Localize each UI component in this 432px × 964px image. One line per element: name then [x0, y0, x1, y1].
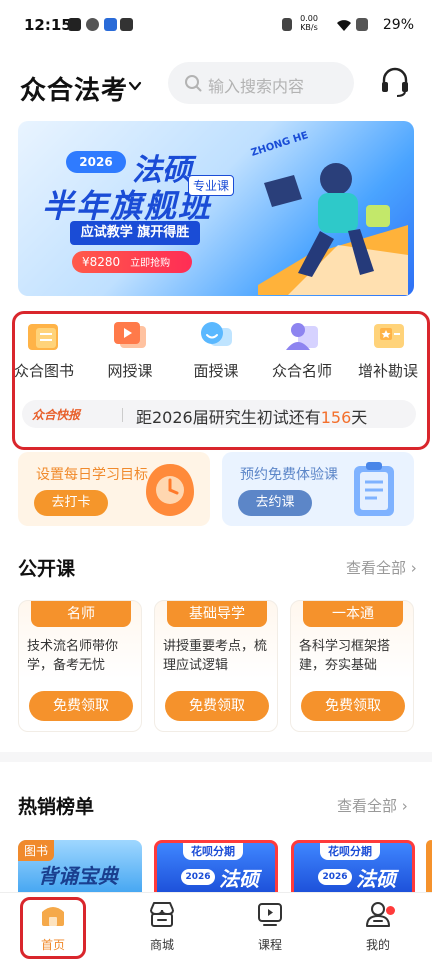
- app-notification-icon: [120, 18, 133, 31]
- course-card[interactable]: 基础导学 讲授重要考点，梳理应试逻辑 免费领取: [154, 600, 278, 732]
- course-tag: 基础导学: [167, 601, 267, 627]
- hot-item-year: 2026: [181, 869, 215, 885]
- tab-course[interactable]: 课程: [230, 900, 310, 953]
- course-card[interactable]: 一本通 各科学习框架搭建，夯实基础 免费领取: [290, 600, 414, 732]
- notice-text: 距2026届研究生初试还有156天: [136, 404, 367, 428]
- hot-item-title: 背诵宝典: [38, 864, 118, 888]
- banner-slogan: 应试教学 旗开得胜: [70, 221, 200, 245]
- course-card[interactable]: 名师 技术流名师带你学，备考无忧 免费领取: [18, 600, 142, 732]
- tab-label: 首页: [40, 938, 65, 952]
- free-trial-card[interactable]: 预约免费体验课 去约课: [222, 452, 414, 526]
- tiktok-icon: [68, 18, 81, 31]
- course-desc: 讲授重要考点，梳理应试逻辑: [163, 639, 268, 673]
- task-title: 预约免费体验课: [240, 467, 338, 483]
- hot-item-label: 花呗分期: [183, 843, 243, 860]
- task-title: 设置每日学习目标: [36, 467, 148, 483]
- banner-price[interactable]: ¥8280 立即抢购: [72, 251, 192, 273]
- hot-item[interactable]: 图书 背诵宝典: [18, 840, 142, 900]
- app-notification-icon: [104, 18, 117, 31]
- claim-free-button[interactable]: 免费领取: [301, 691, 405, 721]
- promo-banner[interactable]: 2026 法硕 半年旗舰班 专业课 应试教学 旗开得胜 ¥8280 立即抢购 ZH…: [18, 121, 414, 296]
- hot-item-title: 法硕: [356, 867, 396, 891]
- quick-nav-online-course[interactable]: 网授课: [90, 318, 170, 388]
- app-notification-icon: [86, 18, 99, 31]
- tab-label: 商城: [149, 938, 174, 952]
- tab-home[interactable]: 首页: [13, 900, 93, 953]
- notice-tag: 众合快报: [32, 408, 81, 422]
- hot-item-partial[interactable]: [426, 840, 432, 900]
- check-in-button[interactable]: 去打卡: [34, 490, 108, 516]
- notice-text-after: 天: [351, 408, 368, 427]
- course-tag: 一本通: [303, 601, 403, 627]
- claim-free-button[interactable]: 免费领取: [165, 691, 269, 721]
- hot-item[interactable]: 花呗分期 2026 法硕: [154, 840, 278, 900]
- net-speed: 0.00 KB/s: [300, 14, 318, 32]
- course-desc: 各科学习框架搭建，夯实基础: [299, 639, 391, 673]
- student-illustration: [258, 163, 408, 295]
- headset-icon[interactable]: [380, 66, 410, 98]
- tab-profile[interactable]: 我的: [338, 900, 418, 953]
- buy-now-label: 立即抢购: [130, 258, 171, 269]
- star-card-icon: [374, 324, 404, 348]
- quick-nav-label: 众合图书: [13, 362, 74, 380]
- hot-list-view-all-link[interactable]: 查看全部 ›: [337, 795, 408, 816]
- quick-nav-label: 增补勘误: [357, 362, 418, 380]
- course-tag: 名师: [31, 601, 131, 627]
- search-icon: [184, 74, 202, 92]
- notice-text-before: 距2026届研究生初试还有: [136, 408, 321, 427]
- hot-item-label: 花呗分期: [320, 843, 380, 860]
- vibrate-icon: [282, 18, 292, 31]
- banner-year: 2026: [66, 151, 126, 173]
- banner-tag: 专业课: [188, 175, 235, 196]
- clock-icon: [146, 464, 194, 516]
- notification-dot: [386, 906, 395, 915]
- sim-icon: [356, 18, 368, 31]
- tab-label: 我的: [365, 938, 390, 952]
- course-desc: 技术流名师带你学，备考无忧: [27, 639, 119, 673]
- teacher-icon: [286, 323, 318, 350]
- quick-nav-teachers[interactable]: 众合名师: [262, 318, 342, 388]
- claim-free-button[interactable]: 免费领取: [29, 691, 133, 721]
- quick-nav-label: 网授课: [107, 362, 153, 380]
- brand-switcher[interactable]: 众合法考: [20, 70, 128, 107]
- wifi-icon: [336, 17, 352, 31]
- hot-item[interactable]: 花呗分期 2026 法硕: [291, 840, 415, 900]
- quick-nav-errata[interactable]: 增补勘误: [348, 318, 428, 388]
- clipboard-icon: [354, 462, 394, 516]
- store-icon: [150, 902, 174, 927]
- chevron-down-icon[interactable]: [128, 78, 142, 92]
- daily-goal-card[interactable]: 设置每日学习目标 去打卡: [18, 452, 210, 526]
- hot-item-label: 图书: [18, 840, 55, 861]
- home-icon: [42, 907, 64, 926]
- price-value: ¥8280: [82, 255, 121, 269]
- quick-nav-face-course[interactable]: 面授课: [176, 318, 256, 388]
- course-play-icon: [258, 903, 282, 926]
- notice-divider: [122, 408, 123, 422]
- chat-face-icon: [201, 322, 232, 346]
- hot-item-title: 法硕: [219, 867, 259, 891]
- section-title-public-class: 公开课: [18, 558, 76, 580]
- search-placeholder: 输入搜索内容: [208, 77, 305, 96]
- book-class-button[interactable]: 去约课: [238, 490, 312, 516]
- public-class-view-all-link[interactable]: 查看全部 ›: [346, 557, 417, 578]
- quick-nav-label: 众合名师: [271, 362, 332, 380]
- tab-label: 课程: [257, 938, 282, 952]
- quick-nav-books[interactable]: 众合图书: [4, 318, 84, 388]
- status-bar: 12:15 0.00 KB/s 29%: [0, 0, 432, 52]
- video-play-icon: [114, 322, 146, 348]
- battery-level: 29%: [382, 17, 414, 33]
- section-divider: [0, 752, 432, 762]
- book-icon: [28, 324, 58, 350]
- section-title-hot-list: 热销榜单: [18, 796, 95, 818]
- hot-item-year: 2026: [318, 869, 352, 885]
- tab-store[interactable]: 商城: [122, 900, 202, 953]
- quick-nav-label: 面授课: [193, 362, 239, 380]
- countdown-days: 156: [320, 408, 352, 427]
- status-time: 12:15: [24, 16, 72, 34]
